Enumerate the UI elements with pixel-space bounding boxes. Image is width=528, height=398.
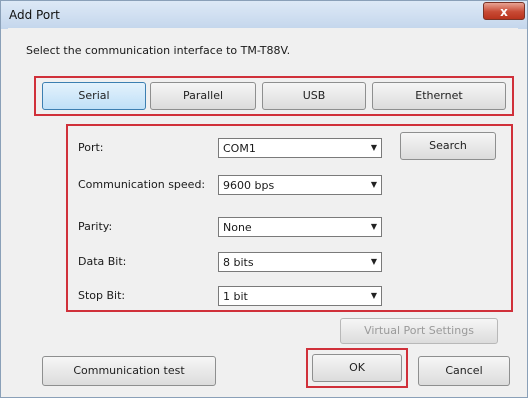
communication-speed-dropdown[interactable]: 9600 bps ▼ [218,175,382,195]
usb-button[interactable]: USB [262,82,366,110]
search-button[interactable]: Search [400,132,496,160]
instruction-text: Select the communication interface to TM… [26,44,291,57]
data-bit-dropdown[interactable]: 8 bits ▼ [218,252,382,272]
communication-test-button[interactable]: Communication test [42,356,216,386]
port-value: COM1 [223,142,256,155]
data-bit-value: 8 bits [223,256,254,269]
port-dropdown[interactable]: COM1 ▼ [218,138,382,158]
chevron-down-icon: ▼ [370,291,377,300]
virtual-port-settings-button[interactable]: Virtual Port Settings [340,318,498,344]
stop-bit-dropdown[interactable]: 1 bit ▼ [218,286,382,306]
chevron-down-icon: ▼ [370,143,377,152]
communication-speed-label: Communication speed: [78,178,206,191]
parity-value: None [223,221,252,234]
parity-label: Parity: [78,220,113,233]
stop-bit-value: 1 bit [223,290,248,303]
chevron-down-icon: ▼ [370,222,377,231]
chevron-down-icon: ▼ [370,180,377,189]
stop-bit-label: Stop Bit: [78,289,126,302]
port-label: Port: [78,141,104,154]
parity-dropdown[interactable]: None ▼ [218,217,382,237]
close-icon[interactable]: x [483,2,525,20]
communication-speed-value: 9600 bps [223,179,275,192]
ethernet-button[interactable]: Ethernet [372,82,506,110]
data-bit-label: Data Bit: [78,255,127,268]
ok-button[interactable]: OK [312,354,402,382]
title-bar: Add Port x [1,1,527,29]
serial-button[interactable]: Serial [42,82,146,110]
window-title: Add Port [9,8,60,22]
parallel-button[interactable]: Parallel [150,82,256,110]
cancel-button[interactable]: Cancel [418,356,510,386]
chevron-down-icon: ▼ [370,257,377,266]
